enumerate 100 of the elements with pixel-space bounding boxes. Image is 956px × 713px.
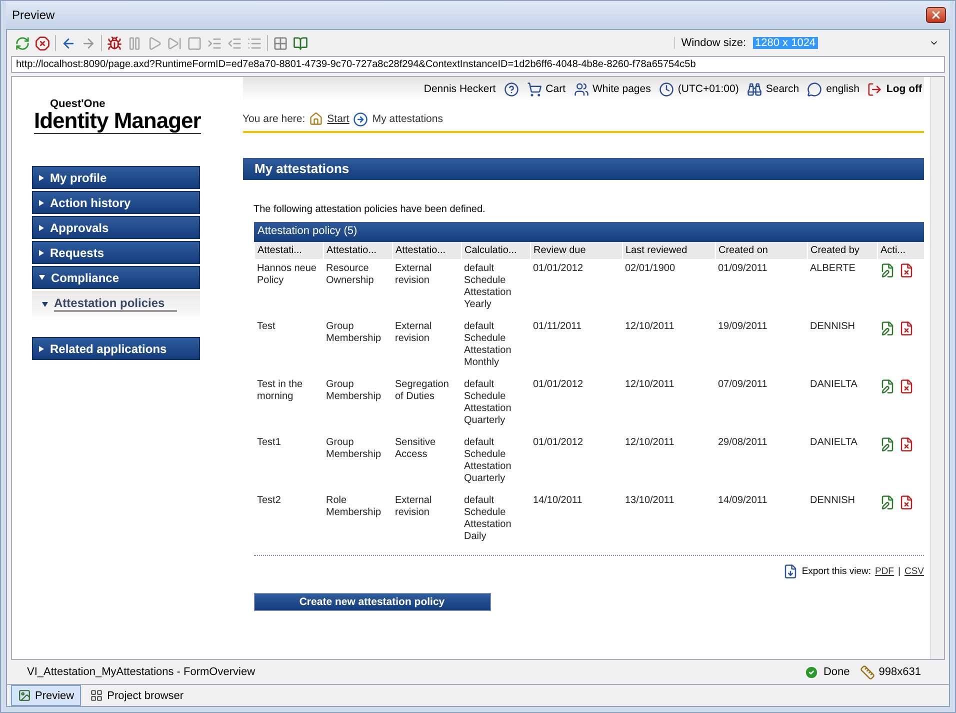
table-cell-text: External revision (394, 494, 433, 520)
delete-icon[interactable] (899, 495, 914, 510)
sidebar-item[interactable]: Related applications (32, 337, 200, 360)
column-header[interactable]: Attestatio... (392, 242, 461, 259)
people-icon[interactable] (574, 82, 588, 96)
delete-icon[interactable] (899, 437, 914, 452)
column-header[interactable]: Last reviewed (622, 242, 715, 259)
table-cell: External revision (392, 259, 461, 317)
table-cell-text: Group Membership (325, 378, 382, 404)
table-cell-text: DANIELTA (809, 436, 858, 450)
stop-icon[interactable] (35, 36, 50, 50)
logout-icon[interactable] (867, 82, 882, 96)
edit-icon[interactable] (880, 263, 895, 278)
edit-icon[interactable] (880, 495, 895, 510)
breadcrumb-label: You are here: (242, 113, 306, 125)
create-policy-button[interactable]: Create new attestation policy (254, 593, 490, 611)
refresh-icon[interactable] (15, 36, 30, 50)
bug-icon[interactable] (107, 36, 122, 50)
table-cell-text: Test2 (256, 494, 282, 508)
header-link[interactable]: Search (766, 83, 800, 95)
column-header[interactable]: Created on (715, 242, 807, 259)
table-cell-text: 13/10/2011 (624, 494, 676, 508)
search-icon[interactable] (746, 82, 762, 96)
cart-icon[interactable] (526, 82, 542, 96)
form-name: VI_Attestation_MyAttestations - FormOverview (27, 666, 256, 678)
table-cell: ALBERTE (807, 259, 877, 317)
edit-icon[interactable] (880, 321, 895, 336)
sidebar-item[interactable]: My profile (32, 166, 200, 189)
table-cell-text: Test (256, 320, 276, 334)
grid-icon[interactable] (273, 36, 288, 50)
column-header[interactable]: Calculatio... (461, 242, 530, 259)
scrollbar[interactable] (930, 77, 944, 659)
sidebar-item[interactable]: Action history (32, 191, 200, 214)
help-icon[interactable] (504, 82, 519, 96)
column-header[interactable]: Acti... (877, 242, 924, 259)
edit-icon[interactable] (880, 437, 895, 452)
table-cell-text: default Schedule Attestation Quarterly (463, 378, 512, 428)
header-link[interactable]: (UTC+01:00) (678, 83, 739, 95)
table-cell-text: default Schedule Attestation Quarterly (463, 436, 512, 486)
back-icon[interactable] (61, 36, 76, 50)
close-icon (930, 9, 942, 21)
check-icon (804, 664, 820, 680)
table-cell-text: Sensitive Access (394, 436, 437, 462)
export-label: Export this view: (802, 566, 871, 577)
table-cell-text: 29/08/2011 (717, 436, 768, 450)
table-cell-text: 12/10/2011 (624, 378, 676, 392)
sidebar-item[interactable]: Requests (32, 241, 200, 264)
table-cell-text: 01/11/2011 (532, 320, 583, 334)
sidebar-item[interactable]: Approvals (32, 216, 200, 239)
table-cell: 01/09/2011 (715, 259, 807, 317)
address-field[interactable]: http://localhost:8090/page.axd?RuntimeFormID=ed7e8a70-8801-4739-9c70-727a8c28f294&ContextInstanceID=1d2b6ff6-4048-4b8e-8260-f78a65754c5b (11, 56, 945, 73)
table-cell-text: 12/10/2011 (624, 320, 676, 334)
table-cell-text: External revision (394, 320, 433, 346)
page-title: My attestations (242, 158, 924, 180)
header-link[interactable]: english (826, 83, 860, 95)
intro-text: The following attestation policies have been defined. (254, 204, 486, 215)
table-cell-text: 14/10/2011 (532, 494, 584, 508)
header-link[interactable]: White pages (592, 83, 651, 95)
header-link[interactable]: Log off (886, 83, 922, 95)
sidebar-item[interactable]: Compliance (32, 266, 200, 289)
table-cell: Hannos neue Policy (254, 259, 323, 317)
table-cell-text: 07/09/2011 (717, 378, 768, 392)
table-cell-text: DENNISH (809, 320, 856, 334)
size-text: 998x631 (878, 666, 921, 678)
speech-bubble-icon[interactable] (807, 82, 822, 96)
export-icon (782, 564, 798, 579)
table-cell-text: default Schedule Attestation Monthly (463, 320, 512, 370)
column-header[interactable]: Attestatio... (323, 242, 392, 259)
column-header[interactable]: Review due (530, 242, 622, 259)
sidebar-subitem[interactable]: Attestation policies (32, 291, 200, 317)
logo: Quest'One Identity Manager (33, 99, 202, 134)
book-icon[interactable] (293, 36, 308, 50)
table-cell-text: Group Membership (325, 320, 382, 346)
header-link[interactable]: Cart (546, 83, 566, 95)
separator: | (898, 566, 900, 577)
bottom-tab[interactable]: Project browser (83, 685, 191, 706)
table-cell-text: 01/01/2012 (532, 378, 584, 392)
table-cell-text: DENNISH (809, 494, 856, 508)
table-cell-text: Segregation of Duties (394, 378, 450, 404)
table-cell-text: 19/09/2011 (717, 320, 768, 334)
table-cell-text: 01/01/2012 (532, 436, 584, 450)
delete-icon[interactable] (899, 321, 914, 336)
table-cell-text: Role Membership (325, 494, 382, 520)
export-link[interactable]: PDF (874, 566, 894, 577)
close-button[interactable] (926, 7, 946, 23)
table-cell: 02/01/1900 (622, 259, 715, 317)
bottom-tab[interactable]: Preview (11, 685, 82, 706)
table-cell-text: Test in the morning (256, 378, 304, 404)
export-link[interactable]: CSV (904, 566, 924, 577)
user-name: Dennis Heckert (424, 83, 496, 95)
edit-icon[interactable] (880, 379, 895, 394)
column-header[interactable]: Created by (807, 242, 877, 259)
table-cell-text: Group Membership (325, 436, 382, 462)
clock-icon[interactable] (658, 82, 674, 96)
delete-icon[interactable] (899, 379, 914, 394)
delete-icon[interactable] (899, 263, 914, 278)
breadcrumb-link[interactable]: Start (327, 113, 350, 125)
column-header[interactable]: Attestati... (254, 242, 323, 259)
grid-icon (90, 689, 104, 702)
window-title: Preview (12, 8, 55, 22)
